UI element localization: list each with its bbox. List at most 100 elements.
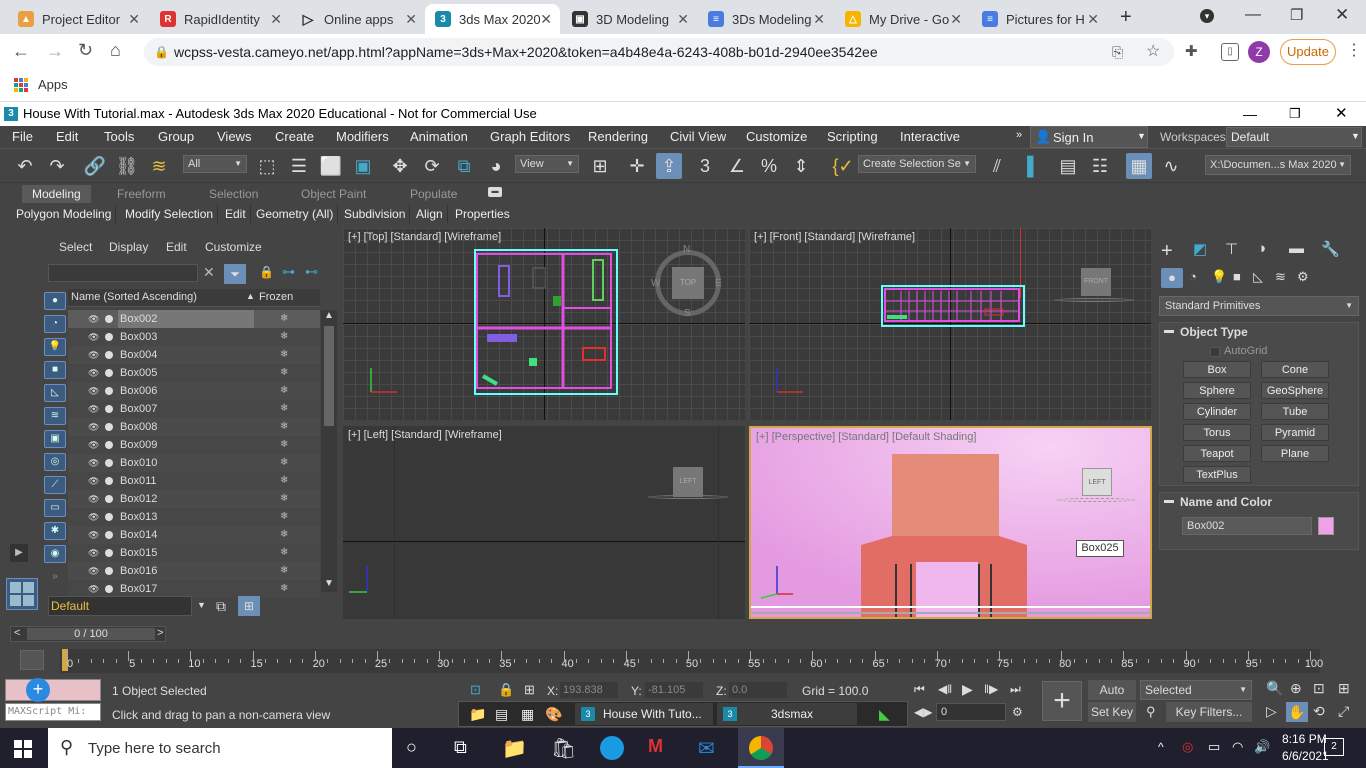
- wifi-icon[interactable]: ◠: [1232, 739, 1243, 755]
- plane-button[interactable]: Plane: [1261, 445, 1329, 462]
- maximize-viewport-icon[interactable]: ⤢: [1338, 703, 1349, 720]
- menu-animation[interactable]: Animation: [410, 129, 468, 144]
- menu-group[interactable]: Group: [158, 129, 194, 144]
- lock-cell-icon[interactable]: 🔒: [259, 265, 274, 279]
- go-to-start-icon[interactable]: ⏮: [914, 682, 925, 697]
- display-frozen-icon[interactable]: ✱: [44, 522, 66, 540]
- zoom-extents-all-icon[interactable]: ⊞: [1338, 680, 1350, 697]
- nvidia-icon[interactable]: ◣: [879, 706, 890, 723]
- viewport-top[interactable]: [+] [Top] [Standard] [Wireframe] TOP N S…: [343, 228, 745, 420]
- zoom-all-icon[interactable]: ⊕: [1290, 680, 1302, 697]
- frozen-icon[interactable]: ❄: [280, 526, 288, 544]
- explorer-row[interactable]: 👁 Box014 ❄: [68, 526, 320, 544]
- explorer-row[interactable]: 👁 Box005 ❄: [68, 364, 320, 382]
- col-name-header[interactable]: Name (Sorted Ascending): [71, 291, 197, 303]
- explorer-menu-display[interactable]: Display: [109, 240, 148, 254]
- visibility-icon[interactable]: 👁: [88, 418, 99, 436]
- curve-editor-icon[interactable]: ∿: [1158, 153, 1184, 179]
- hierarchy-tab-icon[interactable]: ⊤: [1225, 240, 1238, 258]
- visibility-icon[interactable]: 👁: [88, 328, 99, 346]
- viewport-label-top[interactable]: [+] [Top] [Standard] [Wireframe]: [348, 231, 501, 243]
- hierarchy-icon[interactable]: ⊶: [282, 264, 295, 280]
- app-close-icon[interactable]: ✕: [1335, 102, 1348, 126]
- close-icon[interactable]: ✕: [1335, 5, 1349, 25]
- key-set-dropdown[interactable]: Selected ▼: [1140, 680, 1252, 700]
- tab-close-icon[interactable]: ✕: [128, 11, 140, 28]
- viewport-left[interactable]: [+] [Left] [Standard] [Wireframe] LEFT: [343, 426, 745, 619]
- tube-button[interactable]: Tube: [1261, 403, 1329, 420]
- forward-icon[interactable]: →: [46, 41, 64, 62]
- sort-by-layer-icon[interactable]: ⊞: [238, 596, 260, 616]
- pivot-center-icon[interactable]: ⊞: [587, 153, 613, 179]
- render-dot-icon[interactable]: [105, 369, 113, 377]
- snaps-toggle-icon[interactable]: 3: [692, 153, 718, 179]
- bind-space-warp-icon[interactable]: ≋: [146, 153, 172, 179]
- menu-icon[interactable]: ⋮: [1346, 40, 1362, 60]
- motion-tab-icon[interactable]: ◑: [1257, 240, 1266, 257]
- render-dot-icon[interactable]: [105, 459, 113, 467]
- menu-file[interactable]: File: [12, 129, 33, 144]
- viewcube-top[interactable]: TOP: [672, 267, 704, 299]
- explorer-scrollbar[interactable]: ▲ ▼: [321, 310, 337, 592]
- ribbon-tab-modeling[interactable]: Modeling: [22, 185, 91, 203]
- collapse-icon[interactable]: ▬: [1164, 495, 1174, 506]
- tab-close-icon[interactable]: ✕: [813, 11, 825, 28]
- display-lights-icon[interactable]: 💡: [44, 338, 66, 356]
- object-color-swatch[interactable]: [1318, 517, 1334, 535]
- time-config-icon[interactable]: ⚙: [1012, 705, 1023, 719]
- render-dot-icon[interactable]: [105, 423, 113, 431]
- tab-close-icon[interactable]: ✕: [405, 11, 417, 28]
- move-icon[interactable]: ✥: [387, 153, 413, 179]
- ribbon-geometry-all[interactable]: Geometry (All): [252, 205, 339, 223]
- explorer-row[interactable]: 👁 Box007 ❄: [68, 400, 320, 418]
- browser-tab-7[interactable]: ≡ Pictures for H ✕: [972, 4, 1107, 34]
- display-helpers-icon[interactable]: ◺: [44, 384, 66, 402]
- frozen-icon[interactable]: ❄: [280, 436, 288, 454]
- viewport-perspective[interactable]: [+] [Perspective] [Standard] [Default Sh…: [749, 426, 1152, 619]
- explorer-row[interactable]: 👁 Box003 ❄: [68, 328, 320, 346]
- display-spacewarps-icon[interactable]: ≋: [44, 407, 66, 425]
- align-icon[interactable]: ▐: [1014, 153, 1040, 179]
- percent-snap-icon[interactable]: %: [756, 153, 782, 179]
- key-filter-icon[interactable]: ⚲: [1146, 704, 1156, 720]
- project-folder-dropdown[interactable]: X:\Documen...s Max 2020 ▼: [1205, 155, 1351, 175]
- visibility-icon[interactable]: 👁: [88, 400, 99, 418]
- explorer-row[interactable]: 👁 Box010 ❄: [68, 454, 320, 472]
- cone-button[interactable]: Cone: [1261, 361, 1329, 378]
- visibility-icon[interactable]: 👁: [88, 310, 99, 328]
- explorer-row[interactable]: 👁 Box015 ❄: [68, 544, 320, 562]
- frozen-icon[interactable]: ❄: [280, 490, 288, 508]
- ribbon-tab-populate[interactable]: Populate: [410, 185, 457, 203]
- explorer-row[interactable]: 👁 Box013 ❄: [68, 508, 320, 526]
- filter-icon[interactable]: ⏷: [224, 264, 246, 284]
- selection-lock-icon[interactable]: 🔒: [498, 682, 514, 698]
- explorer-row[interactable]: 👁 Box012 ❄: [68, 490, 320, 508]
- clear-search-icon[interactable]: ✕: [203, 264, 215, 281]
- show-hidden-icons[interactable]: ^: [1158, 740, 1164, 754]
- ribbon-align[interactable]: Align: [412, 205, 448, 223]
- shapes-icon[interactable]: ◔: [1189, 269, 1197, 284]
- create-tab-icon[interactable]: +: [1161, 240, 1173, 263]
- back-icon[interactable]: ←: [12, 41, 30, 62]
- category-dropdown[interactable]: Standard Primitives ▼: [1159, 296, 1359, 316]
- object-name-input[interactable]: Box002: [1182, 517, 1312, 535]
- file-explorer-icon[interactable]: 📁: [502, 736, 527, 761]
- col-frozen-header[interactable]: Frozen: [259, 291, 293, 303]
- viewcube-left[interactable]: LEFT: [673, 467, 703, 497]
- scroll-down-icon[interactable]: ▼: [324, 578, 334, 589]
- render-dot-icon[interactable]: [105, 387, 113, 395]
- explorer-menu-edit[interactable]: Edit: [166, 240, 187, 254]
- star-icon[interactable]: ☆: [1146, 38, 1160, 66]
- explorer-menu-customize[interactable]: Customize: [205, 240, 262, 254]
- menu-views[interactable]: Views: [217, 129, 251, 144]
- ribbon-subdivision[interactable]: Subdivision: [340, 205, 411, 223]
- render-dot-icon[interactable]: [105, 351, 113, 359]
- apps-icon[interactable]: [14, 78, 28, 92]
- browser-tab-4[interactable]: ▣ 3D Modeling ✕: [562, 4, 697, 34]
- play-icon[interactable]: ▶: [962, 681, 973, 698]
- place-icon[interactable]: ◕: [483, 153, 509, 179]
- extensions-icon[interactable]: ✚: [1185, 42, 1198, 60]
- viewport-label-perspective[interactable]: [+] [Perspective] [Standard] [Default Sh…: [756, 431, 976, 443]
- avatar[interactable]: Z: [1248, 41, 1270, 63]
- frozen-icon[interactable]: ❄: [280, 310, 288, 328]
